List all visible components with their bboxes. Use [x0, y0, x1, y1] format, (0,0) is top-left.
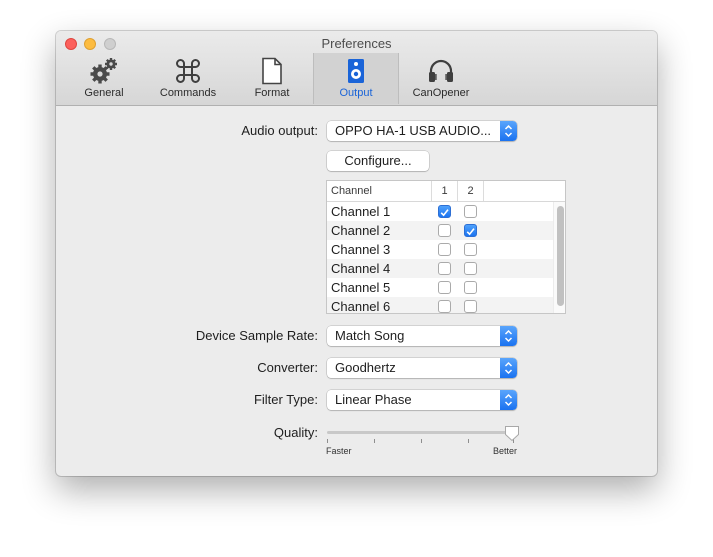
- tab-format-label: Format: [254, 87, 290, 99]
- popup-arrows-icon: [500, 326, 517, 346]
- table-row[interactable]: Channel 2: [327, 221, 553, 240]
- quality-slider-knob[interactable]: [504, 425, 520, 442]
- channel-name: Channel 1: [331, 204, 391, 219]
- table-row[interactable]: Channel 5: [327, 278, 553, 297]
- sample-rate-value: Match Song: [335, 328, 405, 343]
- filter-type-value: Linear Phase: [335, 392, 412, 407]
- audio-output-value: OPPO HA-1 USB AUDIO...: [335, 123, 492, 138]
- channel-name: Channel 6: [331, 299, 391, 314]
- sample-rate-popup[interactable]: Match Song: [327, 326, 517, 346]
- channel-column-header[interactable]: Channel: [327, 181, 432, 201]
- channel-6-out-2-checkbox[interactable]: [464, 300, 477, 313]
- command-key-icon: [152, 57, 224, 85]
- speaker-icon: [314, 57, 398, 85]
- sample-rate-label: Device Sample Rate:: [195, 328, 318, 343]
- converter-label: Converter:: [257, 360, 318, 375]
- table-row[interactable]: Channel 1: [327, 202, 553, 221]
- channel-name: Channel 2: [331, 223, 391, 238]
- filter-type-popup[interactable]: Linear Phase: [327, 390, 517, 410]
- channel-table: Channel 1 2 Channel 1 Channel 2 Channel …: [326, 180, 566, 314]
- channel-5-out-1-checkbox[interactable]: [438, 281, 451, 294]
- slider-tick: [327, 439, 328, 443]
- quality-min-label: Faster: [326, 446, 352, 456]
- filter-type-label: Filter Type:: [253, 392, 318, 407]
- quality-slider-track[interactable]: [327, 431, 514, 434]
- tab-commands[interactable]: Commands: [152, 53, 224, 104]
- scrollbar-thumb[interactable]: [557, 206, 564, 306]
- popup-arrows-icon: [500, 358, 517, 378]
- popup-arrows-icon: [500, 121, 517, 141]
- configure-button[interactable]: Configure...: [327, 151, 429, 171]
- table-row[interactable]: Channel 4: [327, 259, 553, 278]
- tab-general-label: General: [84, 87, 124, 99]
- slider-tick: [421, 439, 422, 443]
- window-title: Preferences: [321, 36, 392, 51]
- channel-4-out-2-checkbox[interactable]: [464, 262, 477, 275]
- tab-general[interactable]: General: [73, 53, 135, 104]
- quality-label: Quality:: [273, 425, 318, 440]
- table-row[interactable]: Channel 6: [327, 297, 553, 314]
- tab-canopener[interactable]: CanOpener: [406, 53, 476, 104]
- channel-1-out-1-checkbox[interactable]: [438, 205, 451, 218]
- checkmark-icon: [440, 209, 449, 217]
- channel-1-out-2-checkbox[interactable]: [464, 205, 477, 218]
- popup-arrows-icon: [500, 390, 517, 410]
- checkmark-icon: [466, 228, 475, 236]
- converter-popup[interactable]: Goodhertz: [327, 358, 517, 378]
- quality-max-label: Better: [493, 446, 518, 456]
- channel-4-out-1-checkbox[interactable]: [438, 262, 451, 275]
- channel-3-out-2-checkbox[interactable]: [464, 243, 477, 256]
- tab-canopener-label: CanOpener: [412, 87, 470, 99]
- channel-2-out-2-checkbox[interactable]: [464, 224, 477, 237]
- titlebar-toolbar: Preferences General Commands Format Outp…: [56, 31, 657, 106]
- tab-output-label: Output: [339, 87, 373, 99]
- audio-output-label: Audio output:: [241, 123, 318, 138]
- headphones-icon: [406, 57, 476, 85]
- channel-name: Channel 5: [331, 280, 391, 295]
- converter-value: Goodhertz: [335, 360, 396, 375]
- channel-3-out-1-checkbox[interactable]: [438, 243, 451, 256]
- document-icon: [244, 57, 300, 85]
- slider-tick: [468, 439, 469, 443]
- audio-output-popup[interactable]: OPPO HA-1 USB AUDIO...: [327, 121, 517, 141]
- channel-name: Channel 4: [331, 261, 391, 276]
- channel-table-header: Channel 1 2: [327, 181, 565, 202]
- gears-icon: [73, 57, 135, 85]
- channel-2-column-header[interactable]: 2: [458, 181, 484, 201]
- channel-2-out-1-checkbox[interactable]: [438, 224, 451, 237]
- tab-commands-label: Commands: [159, 87, 217, 99]
- channel-5-out-2-checkbox[interactable]: [464, 281, 477, 294]
- channel-1-column-header[interactable]: 1: [432, 181, 458, 201]
- channel-name: Channel 3: [331, 242, 391, 257]
- tab-format[interactable]: Format: [244, 53, 300, 104]
- tab-output[interactable]: Output: [313, 53, 399, 104]
- channel-6-out-1-checkbox[interactable]: [438, 300, 451, 313]
- table-row[interactable]: Channel 3: [327, 240, 553, 259]
- table-scrollbar[interactable]: [553, 202, 565, 313]
- slider-tick: [374, 439, 375, 443]
